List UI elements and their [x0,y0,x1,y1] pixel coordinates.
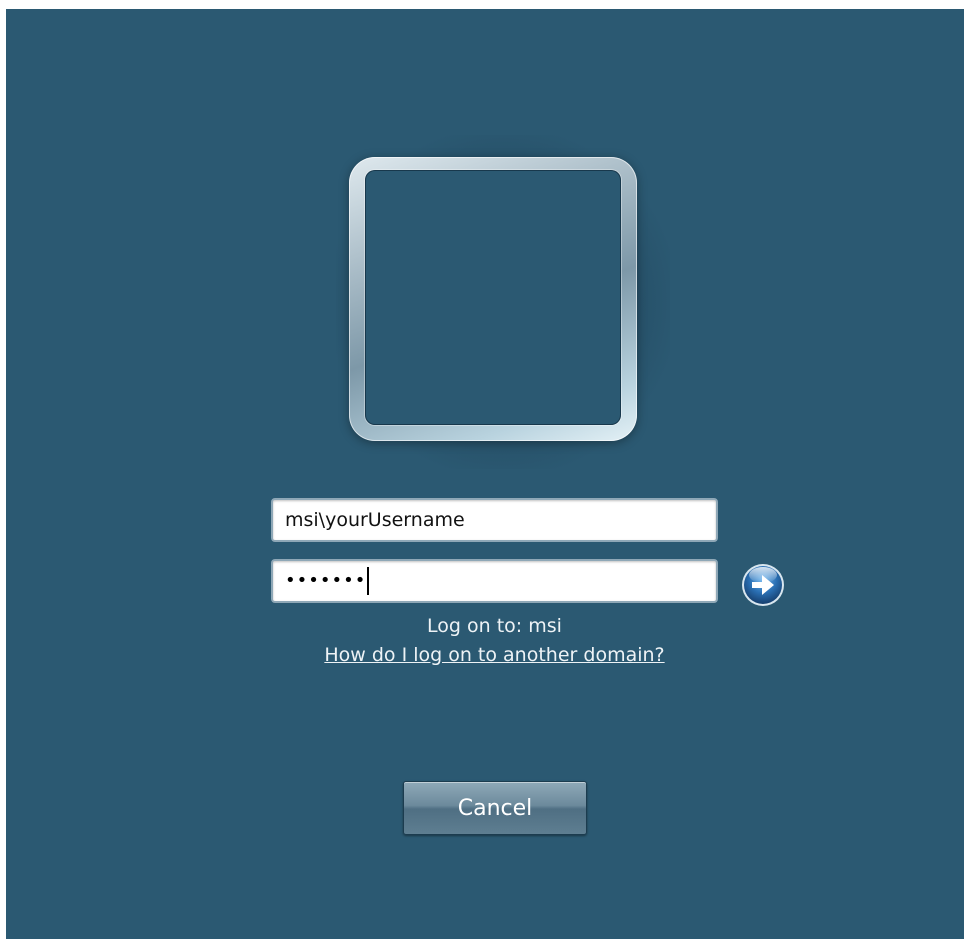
username-field[interactable]: msi\yourUsername [271,498,718,542]
submit-arrow-button[interactable] [728,559,790,607]
password-mask: ••••••• [285,570,367,591]
logon-to-label: Log on to: msi [427,615,562,637]
logon-screen: msi\yourUsername ••••••• Log on to: msi … [6,9,964,939]
another-domain-link[interactable]: How do I log on to another domain? [271,644,718,666]
cancel-button[interactable]: Cancel [403,781,587,835]
user-picture-placeholder [365,170,621,425]
arrow-right-circle-icon [742,564,784,606]
text-cursor [367,567,370,595]
username-value: msi\yourUsername [285,509,465,531]
user-tile [349,157,637,441]
password-field[interactable]: ••••••• [271,559,718,603]
